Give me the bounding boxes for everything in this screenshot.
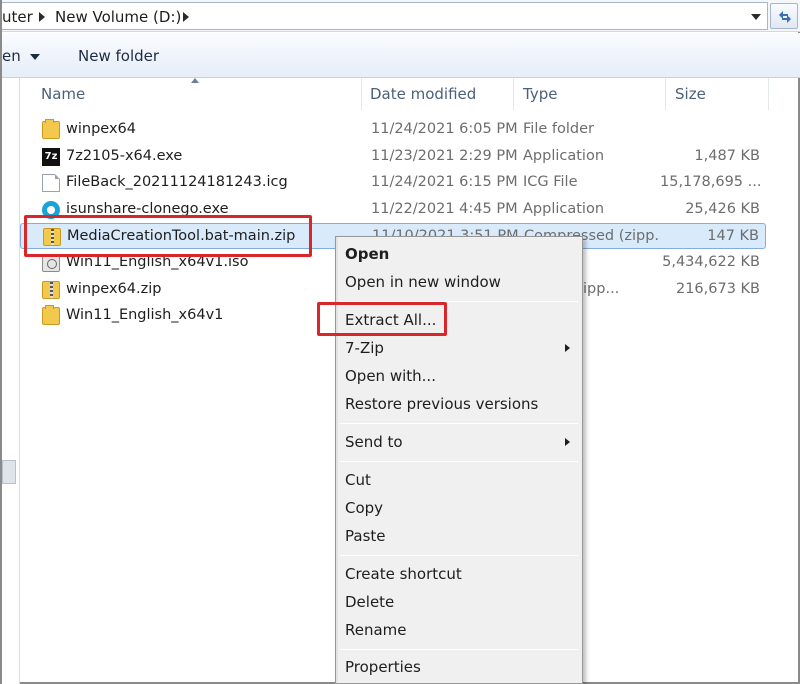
file-type: ICG File [523, 174, 578, 190]
document-icon [42, 174, 60, 192]
column-header-type-label: Type [523, 85, 558, 103]
column-header-type[interactable]: Type [515, 78, 666, 110]
address-dropdown-icon[interactable] [751, 14, 761, 20]
file-name: winpex64.zip [66, 281, 162, 297]
file-type: File folder [523, 121, 594, 137]
file-name: 7z2105-x64.exe [66, 148, 183, 164]
7zip-icon: 7z [42, 148, 60, 166]
menu-separator [340, 423, 578, 424]
menu-item-send-to[interactable]: Send to [345, 433, 403, 451]
refresh-button[interactable] [770, 3, 798, 29]
navigation-scrollbar[interactable] [2, 460, 16, 484]
file-date: 11/24/2021 6:15 PM [371, 174, 518, 190]
file-date: 11/24/2021 6:05 PM [371, 121, 518, 137]
file-row[interactable]: 7z 7z2105-x64.exe 11/23/2021 2:29 PM App… [20, 144, 766, 170]
address-bar: uter New Volume (D:) [2, 0, 800, 32]
menu-item-create-shortcut[interactable]: Create shortcut [345, 565, 462, 583]
column-header-size-label: Size [675, 85, 706, 103]
menu-item-open[interactable]: Open [345, 245, 389, 263]
menu-item-rename[interactable]: Rename [345, 621, 407, 639]
menu-item-restore-previous-versions[interactable]: Restore previous versions [345, 395, 538, 413]
menu-item-open-new-window[interactable]: Open in new window [345, 273, 501, 291]
file-name: FileBack_20211124181243.icg [66, 174, 288, 190]
highlight-box-selected-file [24, 215, 312, 257]
file-size: 147 KB [707, 228, 759, 244]
file-name: Win11_English_x64v1 [66, 307, 224, 323]
highlight-box-extract-all [317, 302, 447, 336]
open-dropdown-icon[interactable] [30, 54, 40, 60]
command-bar: en New folder [2, 33, 800, 78]
folder-icon [42, 305, 60, 325]
menu-item-delete[interactable]: Delete [345, 593, 394, 611]
menu-item-7zip[interactable]: 7-Zip [345, 339, 384, 357]
menu-item-paste[interactable]: Paste [345, 527, 386, 545]
refresh-icon [779, 11, 791, 23]
file-date: 11/23/2021 2:29 PM [371, 148, 518, 164]
breadcrumb-computer[interactable]: uter [2, 8, 33, 26]
breadcrumb-separator-icon[interactable] [183, 12, 189, 22]
file-row[interactable]: FileBack_20211124181243.icg 11/24/2021 6… [20, 170, 766, 196]
menu-item-open-with[interactable]: Open with... [345, 367, 436, 385]
navigation-pane [2, 78, 20, 684]
file-size: 25,426 KB [685, 201, 760, 217]
new-folder-button[interactable]: New folder [78, 47, 159, 65]
menu-item-cut[interactable]: Cut [345, 471, 371, 489]
file-type: Application [523, 148, 605, 164]
folder-icon [42, 119, 60, 139]
menu-separator [340, 649, 578, 650]
column-header-date-label: Date modified [370, 85, 477, 103]
file-size: 5,434,622 KB [662, 254, 760, 270]
file-size: 1,487 KB [694, 148, 760, 164]
column-header-name-label: Name [41, 85, 86, 103]
column-header-size[interactable]: Size [667, 78, 769, 110]
submenu-arrow-icon [565, 344, 570, 352]
zip-icon [42, 281, 60, 299]
open-button[interactable]: en [2, 47, 21, 65]
menu-item-copy[interactable]: Copy [345, 499, 383, 517]
file-size: 216,673 KB [675, 281, 760, 297]
menu-separator [340, 461, 578, 462]
explorer-window: uter New Volume (D:) en New folder Name … [0, 0, 800, 684]
column-header-date[interactable]: Date modified [362, 78, 514, 110]
sort-ascending-icon [191, 78, 199, 83]
breadcrumb[interactable]: uter New Volume (D:) [2, 2, 768, 30]
submenu-arrow-icon [565, 438, 570, 446]
file-date: 11/22/2021 4:45 PM [371, 201, 518, 217]
menu-separator [340, 555, 578, 556]
file-name: winpex64 [66, 121, 136, 137]
file-size: 15,178,695 ... [660, 174, 760, 190]
file-row[interactable]: winpex64 11/24/2021 6:05 PM File folder [20, 117, 766, 143]
menu-item-properties[interactable]: Properties [345, 658, 421, 676]
breadcrumb-separator-icon[interactable] [39, 12, 45, 22]
breadcrumb-drive[interactable]: New Volume (D:) [55, 8, 181, 26]
file-type: Application [523, 201, 605, 217]
